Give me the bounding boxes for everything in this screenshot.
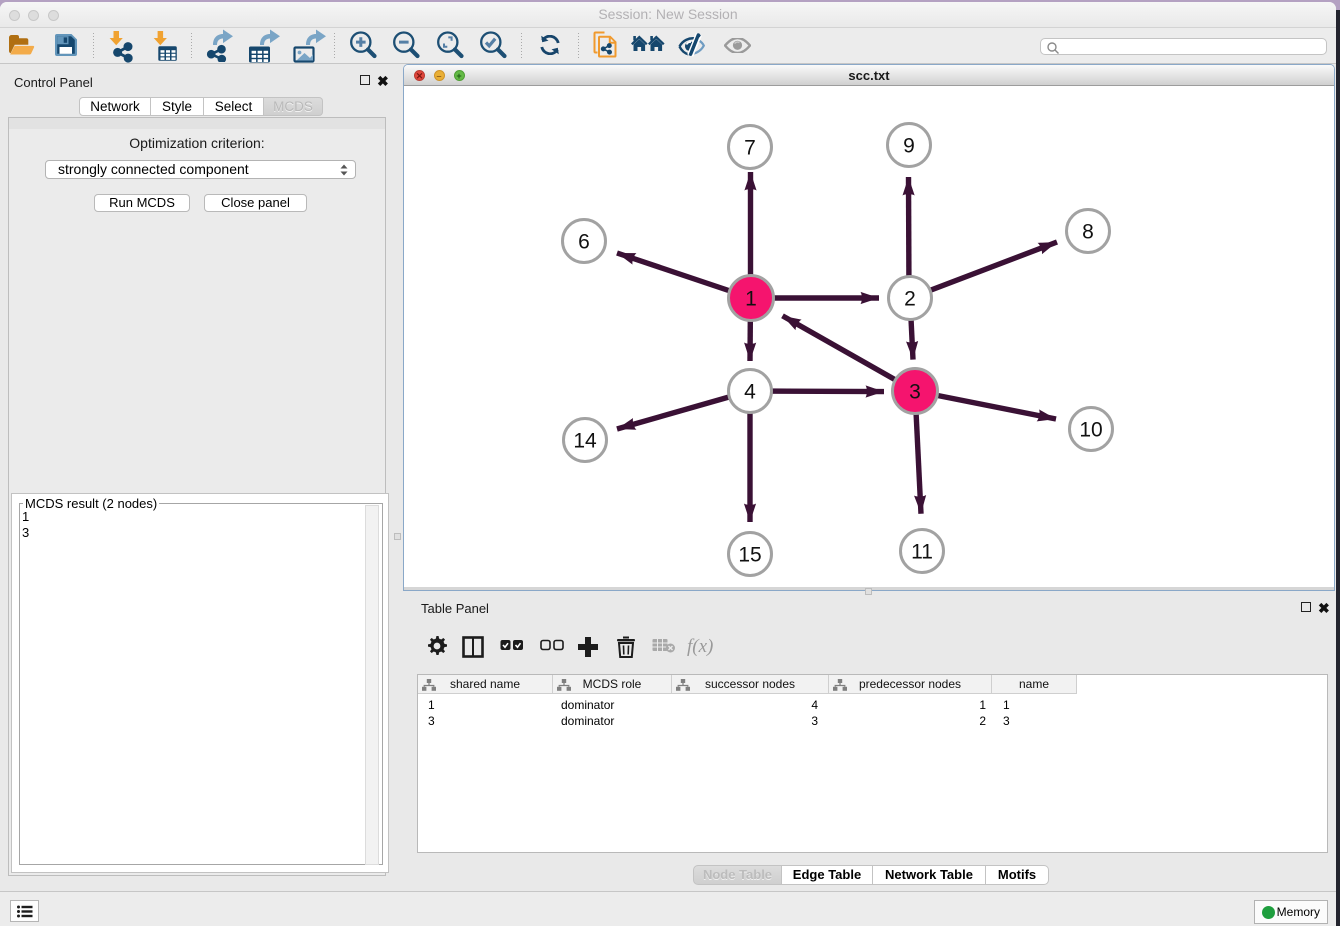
svg-text:10: 10 bbox=[1079, 419, 1102, 442]
svg-text:15: 15 bbox=[738, 544, 761, 567]
svg-text:4: 4 bbox=[744, 381, 756, 404]
svg-text:3: 3 bbox=[909, 381, 921, 404]
svg-text:6: 6 bbox=[578, 231, 590, 254]
svg-text:9: 9 bbox=[903, 135, 915, 158]
svg-text:7: 7 bbox=[744, 137, 756, 160]
svg-text:8: 8 bbox=[1082, 221, 1094, 244]
svg-text:14: 14 bbox=[573, 430, 597, 453]
svg-text:2: 2 bbox=[904, 288, 916, 311]
svg-text:1: 1 bbox=[745, 288, 757, 311]
svg-text:11: 11 bbox=[911, 541, 933, 564]
